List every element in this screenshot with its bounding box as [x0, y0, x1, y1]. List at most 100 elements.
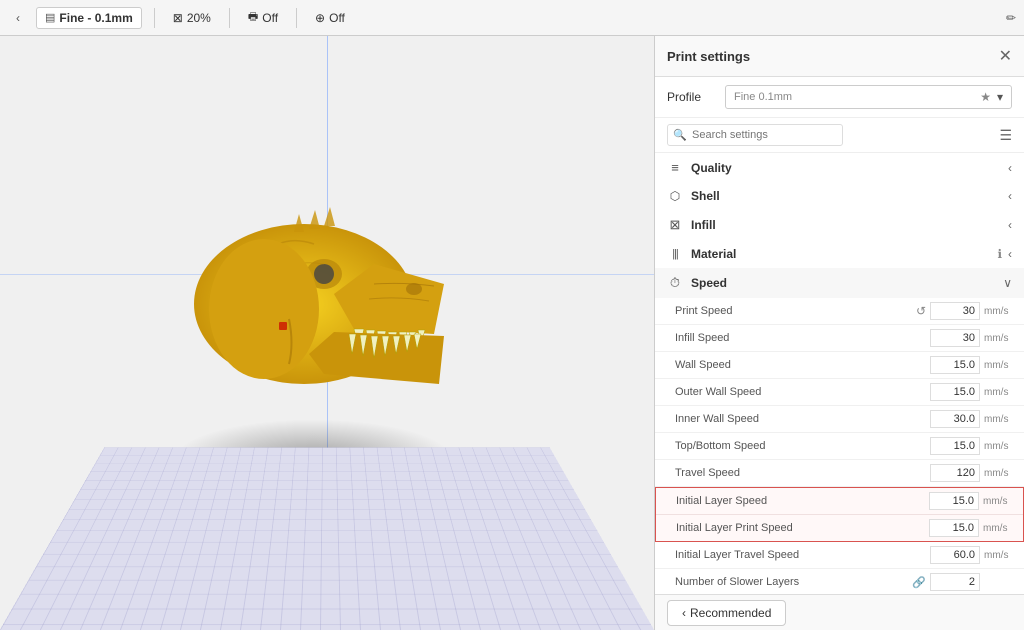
star-icon[interactable]: ★ — [980, 90, 991, 104]
reset-icon[interactable]: ↺ — [916, 304, 926, 318]
profile-label: Profile — [667, 90, 717, 104]
close-button[interactable]: ✕ — [999, 46, 1012, 66]
3d-model — [134, 174, 454, 464]
slower-layers-name: Number of Slower Layers — [675, 576, 912, 588]
material-section-left: ||| Material — [667, 247, 736, 261]
outer-wall-speed-row: Outer Wall Speed mm/s — [655, 379, 1024, 406]
info-icon[interactable]: ℹ — [997, 247, 1002, 261]
profile-value: Fine 0.1mm — [734, 91, 792, 103]
profile-dropdown[interactable]: Fine 0.1mm ★ ▾ — [725, 85, 1012, 109]
travel-speed-name: Travel Speed — [675, 467, 930, 479]
initial-layer-travel-speed-input[interactable] — [930, 546, 980, 564]
initial-layer-print-speed-input[interactable] — [929, 519, 979, 537]
infill-section-left: ⊠ Infill — [667, 217, 716, 233]
speed-icon: ⏱ — [667, 275, 683, 291]
profile-name: Fine - 0.1mm — [59, 11, 132, 25]
infill-section-icon: ⊠ — [667, 217, 683, 233]
travel-speed-input[interactable] — [930, 464, 980, 482]
material-right: ℹ ‹ — [997, 247, 1012, 261]
inner-wall-speed-name: Inner Wall Speed — [675, 413, 930, 425]
material-icon: ||| — [667, 248, 683, 260]
initial-layer-travel-speed-name: Initial Layer Travel Speed — [675, 549, 930, 561]
wall-speed-name: Wall Speed — [675, 359, 930, 371]
print-settings-panel: Print settings ✕ Profile Fine 0.1mm ★ ▾ … — [654, 36, 1024, 630]
adhesion-button[interactable]: ⊕ Off — [309, 8, 351, 28]
infill-label: Infill — [691, 218, 716, 232]
panel-title: Print settings — [667, 49, 750, 64]
search-wrapper: 🔍 — [667, 124, 993, 146]
initial-layer-travel-speed-row: Initial Layer Travel Speed mm/s — [655, 542, 1024, 569]
inner-wall-speed-row: Inner Wall Speed mm/s — [655, 406, 1024, 433]
support-icon: 🖶 — [248, 8, 258, 27]
search-row: 🔍 ☰ — [655, 118, 1024, 153]
shell-section-header[interactable]: ⬡ Shell ‹ — [655, 182, 1024, 210]
topbottom-speed-name: Top/Bottom Speed — [675, 440, 930, 452]
speed-section-left: ⏱ Speed — [667, 275, 727, 291]
initial-layer-print-speed-row: Initial Layer Print Speed mm/s — [656, 515, 1023, 541]
wall-speed-input[interactable] — [930, 356, 980, 374]
infill-speed-row: Infill Speed mm/s — [655, 325, 1024, 352]
pen-button[interactable]: ✏ — [1006, 11, 1016, 25]
recommended-label: Recommended — [690, 606, 771, 620]
outer-wall-speed-input[interactable] — [930, 383, 980, 401]
initial-layer-print-speed-name: Initial Layer Print Speed — [676, 522, 929, 534]
menu-icon[interactable]: ☰ — [999, 127, 1012, 144]
infill-button[interactable]: ⊠ 20% — [167, 8, 217, 28]
shell-label: Shell — [691, 189, 720, 203]
print-speed-name: Print Speed — [675, 305, 916, 317]
quality-section-left: ≡ Quality — [667, 160, 732, 175]
separator3 — [296, 8, 297, 28]
toolbar: ‹ ▤ Fine - 0.1mm ⊠ 20% 🖶 Off ⊕ Off ✏ — [0, 0, 1024, 36]
support-button[interactable]: 🖶 Off — [242, 5, 284, 30]
quality-section-header[interactable]: ≡ Quality ‹ — [655, 153, 1024, 182]
adhesion-label: Off — [329, 11, 345, 25]
print-speed-input[interactable] — [930, 302, 980, 320]
quality-chevron: ‹ — [1008, 161, 1012, 175]
inner-wall-speed-input[interactable] — [930, 410, 980, 428]
chevron-down-icon: ▾ — [997, 90, 1003, 104]
material-label: Material — [691, 247, 736, 261]
speed-section-header[interactable]: ⏱ Speed ∨ — [655, 268, 1024, 298]
profile-selector[interactable]: ▤ Fine - 0.1mm — [36, 7, 142, 29]
outer-wall-speed-unit: mm/s — [984, 387, 1012, 398]
separator — [154, 8, 155, 28]
support-label: Off — [262, 11, 278, 25]
link-icon[interactable]: 🔗 — [912, 576, 926, 589]
speed-label: Speed — [691, 276, 727, 290]
initial-layer-travel-speed-unit: mm/s — [984, 550, 1012, 561]
collapse-button[interactable]: ‹ — [8, 8, 28, 28]
slower-layers-row: Number of Slower Layers 🔗 — [655, 569, 1024, 594]
infill-chevron: ‹ — [1008, 218, 1012, 232]
infill-speed-name: Infill Speed — [675, 332, 930, 344]
recommended-chevron-icon: ‹ — [682, 606, 686, 620]
wall-speed-row: Wall Speed mm/s — [655, 352, 1024, 379]
shell-icon: ⬡ — [667, 189, 683, 203]
material-chevron: ‹ — [1008, 247, 1012, 261]
material-section-header[interactable]: ||| Material ℹ ‹ — [655, 240, 1024, 268]
infill-icon: ⊠ — [173, 11, 183, 25]
pen-icon: ✏ — [1006, 11, 1016, 25]
shell-section-left: ⬡ Shell — [667, 189, 720, 203]
slower-layers-input[interactable] — [930, 573, 980, 591]
main-content: Print settings ✕ Profile Fine 0.1mm ★ ▾ … — [0, 36, 1024, 630]
grid-floor — [0, 448, 654, 630]
infill-section-header[interactable]: ⊠ Infill ‹ — [655, 210, 1024, 240]
separator2 — [229, 8, 230, 28]
infill-speed-input[interactable] — [930, 329, 980, 347]
topbottom-speed-unit: mm/s — [984, 441, 1012, 452]
highlighted-group: Initial Layer Speed mm/s Initial Layer P… — [655, 487, 1024, 542]
quality-icon: ≡ — [667, 160, 683, 175]
travel-speed-row: Travel Speed mm/s — [655, 460, 1024, 487]
recommended-button[interactable]: ‹ Recommended — [667, 600, 786, 626]
panel-header: Print settings ✕ — [655, 36, 1024, 77]
initial-layer-print-speed-unit: mm/s — [983, 523, 1011, 534]
initial-layer-speed-input[interactable] — [929, 492, 979, 510]
search-input[interactable] — [667, 124, 843, 146]
shell-chevron: ‹ — [1008, 189, 1012, 203]
search-icon: 🔍 — [673, 129, 687, 142]
wall-speed-unit: mm/s — [984, 360, 1012, 371]
viewport — [0, 36, 654, 630]
topbottom-speed-input[interactable] — [930, 437, 980, 455]
travel-speed-unit: mm/s — [984, 468, 1012, 479]
profile-icon: ▤ — [45, 11, 55, 24]
